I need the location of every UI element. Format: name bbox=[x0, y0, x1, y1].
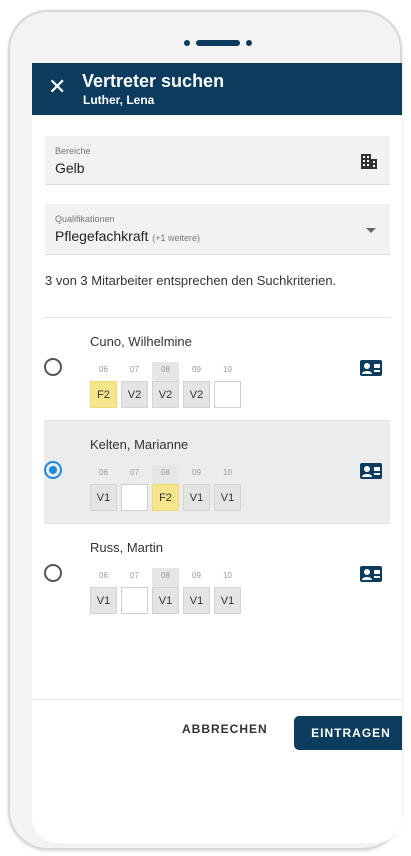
day-number: 07 bbox=[130, 468, 139, 477]
shift-cell: F2 bbox=[152, 484, 179, 511]
day-number: 07 bbox=[130, 571, 139, 580]
cancel-button[interactable]: ABBRECHEN bbox=[182, 722, 268, 736]
dialog-screen: ✕ Vertreter suchen Luther, Lena Bereiche… bbox=[32, 63, 402, 843]
day-number: 09 bbox=[192, 365, 201, 374]
bereiche-field[interactable]: Bereiche Gelb bbox=[45, 136, 390, 185]
chevron-down-icon[interactable] bbox=[366, 228, 376, 233]
contact-card-icon[interactable] bbox=[360, 463, 382, 479]
shift-cell: V1 bbox=[214, 484, 241, 511]
shift-cell: V1 bbox=[214, 587, 241, 614]
shift-cell: V2 bbox=[183, 381, 210, 408]
qualifikationen-select[interactable]: Qualifikationen Pflegefachkraft (+1 weit… bbox=[45, 204, 390, 255]
day-number: 10 bbox=[223, 365, 232, 374]
day-column: 08 F2 bbox=[152, 465, 179, 511]
day-number: 06 bbox=[99, 571, 108, 580]
shift-cell bbox=[121, 484, 148, 511]
shift-cell: V1 bbox=[90, 484, 117, 511]
day-number: 10 bbox=[223, 571, 232, 580]
shift-cell: V1 bbox=[183, 484, 210, 511]
day-column: 08 V1 bbox=[152, 568, 179, 614]
day-number: 09 bbox=[192, 468, 201, 477]
shift-cell bbox=[214, 381, 241, 408]
dialog-title: Vertreter suchen bbox=[82, 71, 225, 91]
shift-cell: V2 bbox=[152, 381, 179, 408]
employee-radio[interactable] bbox=[44, 461, 62, 479]
phone-speaker bbox=[184, 38, 254, 48]
day-number: 06 bbox=[99, 365, 108, 374]
employee-radio[interactable] bbox=[44, 564, 62, 582]
employee-name: Russ, Martin bbox=[90, 540, 163, 555]
dialog-subtitle: Luther, Lena bbox=[83, 93, 155, 107]
day-number: 06 bbox=[99, 468, 108, 477]
day-number: 08 bbox=[161, 365, 170, 374]
result-summary: 3 von 3 Mitarbeiter entsprechen den Such… bbox=[45, 273, 337, 288]
day-number: 07 bbox=[130, 365, 139, 374]
employee-row[interactable]: Kelten, Marianne 06 V1 07 08 F2 09 V1 10 V1 bbox=[44, 420, 390, 524]
phone-frame: ✕ Vertreter suchen Luther, Lena Bereiche… bbox=[8, 10, 402, 850]
employee-name: Kelten, Marianne bbox=[90, 437, 189, 452]
shift-cell bbox=[121, 587, 148, 614]
shift-cell: V1 bbox=[90, 587, 117, 614]
day-column: 08 V2 bbox=[152, 362, 179, 408]
contact-card-icon[interactable] bbox=[360, 360, 382, 376]
day-number: 09 bbox=[192, 571, 201, 580]
bereiche-label: Bereiche bbox=[55, 146, 91, 156]
qualifikationen-value: Pflegefachkraft (+1 weitere) bbox=[55, 228, 200, 244]
day-number: 08 bbox=[161, 468, 170, 477]
contact-card-icon[interactable] bbox=[360, 566, 382, 582]
shift-cell: V1 bbox=[152, 587, 179, 614]
qualifikationen-label: Qualifikationen bbox=[55, 214, 115, 224]
employee-row[interactable]: Russ, Martin 06 V1 07 08 V1 09 V1 10 V1 bbox=[44, 523, 390, 627]
shift-cell: V2 bbox=[121, 381, 148, 408]
building-icon[interactable] bbox=[360, 152, 378, 170]
footer-divider bbox=[32, 699, 402, 700]
close-icon[interactable]: ✕ bbox=[48, 75, 66, 99]
shift-cell: F2 bbox=[90, 381, 117, 408]
day-number: 08 bbox=[161, 571, 170, 580]
dialog-header: ✕ Vertreter suchen Luther, Lena bbox=[32, 63, 402, 115]
employee-radio[interactable] bbox=[44, 358, 62, 376]
qualifikationen-more: (+1 weitere) bbox=[152, 233, 201, 243]
employee-name: Cuno, Wilhelmine bbox=[90, 334, 192, 349]
bereiche-value: Gelb bbox=[55, 160, 85, 176]
employee-row[interactable]: Cuno, Wilhelmine 06 F2 07 V2 08 V2 09 V2 10 bbox=[44, 317, 390, 421]
submit-button[interactable]: EINTRAGEN bbox=[294, 716, 402, 750]
qualifikationen-selected: Pflegefachkraft bbox=[55, 228, 149, 244]
day-number: 10 bbox=[223, 468, 232, 477]
shift-cell: V1 bbox=[183, 587, 210, 614]
